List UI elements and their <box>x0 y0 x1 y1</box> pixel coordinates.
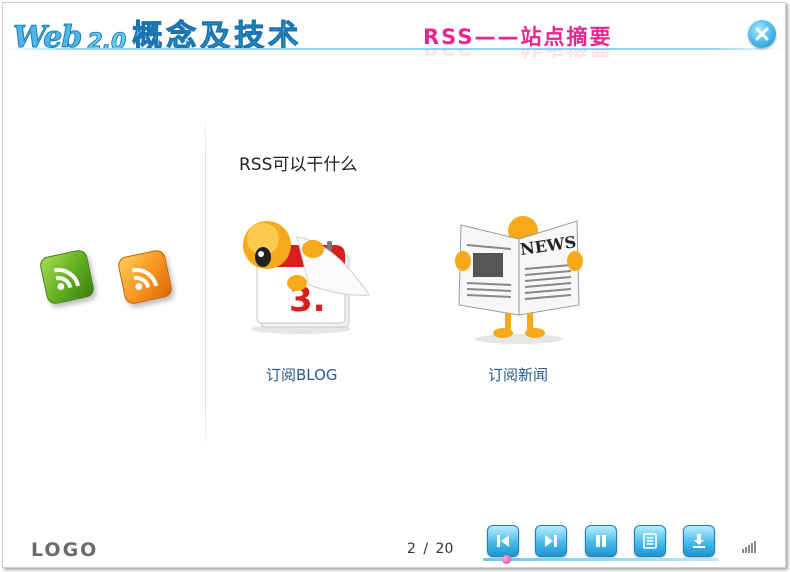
progress-knob[interactable] <box>502 555 511 564</box>
progress-track[interactable] <box>483 558 719 561</box>
next-icon <box>545 535 557 547</box>
previous-button[interactable] <box>487 525 519 557</box>
volume-icon[interactable] <box>742 541 758 553</box>
logo-version-text: 2.0 <box>87 30 127 56</box>
section-title-reflection: RSS——站点摘要 <box>423 49 612 63</box>
previous-icon <box>497 535 509 547</box>
page-current: 2 <box>407 541 416 557</box>
close-button[interactable] <box>748 20 776 48</box>
section-title: RSS——站点摘要 <box>423 25 613 49</box>
header-divider <box>3 48 785 50</box>
page-separator: / <box>423 541 429 557</box>
pause-icon <box>596 535 606 547</box>
pause-button[interactable] <box>585 525 617 557</box>
content-heading: RSS可以干什么 <box>239 155 358 175</box>
page-total: 20 <box>435 541 454 557</box>
download-icon <box>693 534 705 548</box>
footer-logo: LOGO <box>31 539 99 561</box>
page-counter: 2 / 20 <box>407 541 453 557</box>
rss-orange-icon <box>116 248 174 306</box>
menu-icon <box>643 533 657 549</box>
download-button[interactable] <box>683 525 715 557</box>
calendar-mascot-icon: 3. <box>243 221 370 334</box>
content-divider <box>205 111 206 456</box>
close-icon <box>755 27 769 41</box>
subscribe-news-link[interactable]: 订阅新闻 <box>488 364 548 385</box>
slide-frame: Web 2.0 概念及技术 RSS——站点摘要 RSS——站点摘要 RSS可以干… <box>2 2 786 568</box>
rss-green-icon <box>38 248 96 306</box>
newspaper-mascot-icon: NEWS <box>455 216 583 344</box>
menu-button[interactable] <box>634 525 666 557</box>
next-button[interactable] <box>535 525 567 557</box>
subscribe-blog-link[interactable]: 订阅BLOG <box>266 364 338 385</box>
